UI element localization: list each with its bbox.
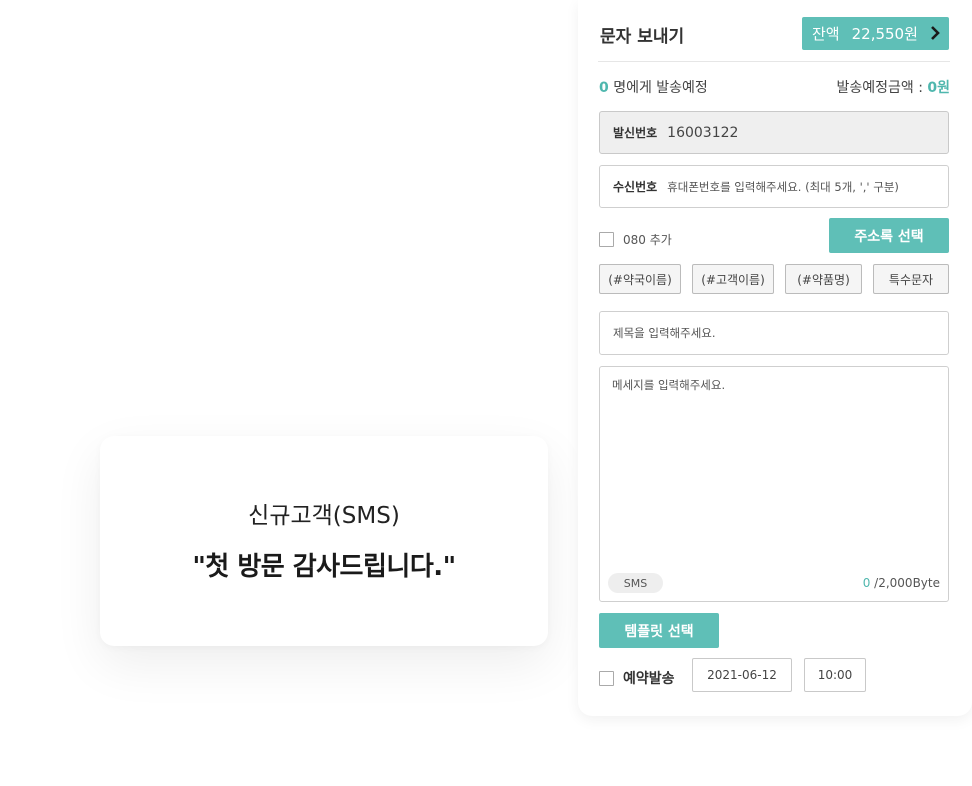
recipient-count: 0 xyxy=(599,80,609,96)
template-preview-card: 신규고객(SMS) "첫 방문 감사드립니다." xyxy=(100,436,548,646)
tag-pharmacy-name-button[interactable]: (#약국이름) xyxy=(599,264,681,294)
template-select-button[interactable]: 템플릿 선택 xyxy=(599,613,719,648)
byte-used: 0 xyxy=(862,576,871,590)
reserve-send-checkbox[interactable] xyxy=(599,670,614,686)
message-type-badge: SMS xyxy=(608,573,663,593)
receiver-number-field[interactable]: 수신번호 xyxy=(599,165,949,208)
message-textarea[interactable] xyxy=(612,377,932,557)
subject-input[interactable] xyxy=(613,326,948,340)
receiver-number-label: 수신번호 xyxy=(613,180,658,194)
recipient-count-suffix: 명에게 발송예정 xyxy=(613,80,708,96)
panel-title: 문자 보내기 xyxy=(600,27,685,47)
recipient-count-row: 0 명에게 발송예정 xyxy=(599,77,708,97)
reserve-time-input[interactable]: 10:00 xyxy=(804,658,866,692)
chevron-right-icon xyxy=(929,24,941,46)
optout-080-checkbox[interactable] xyxy=(599,232,614,247)
estimated-amount-row: 발송예정금액 : 0원 xyxy=(836,77,950,97)
special-characters-button[interactable]: 특수문자 xyxy=(873,264,949,294)
template-message: "첫 방문 감사드립니다." xyxy=(192,552,456,582)
estimated-amount-label: 발송예정금액 : xyxy=(836,80,923,96)
reserve-date-input[interactable]: 2021-06-12 xyxy=(692,658,792,692)
address-book-button[interactable]: 주소록 선택 xyxy=(829,218,949,253)
estimated-amount-value: 0원 xyxy=(927,80,950,96)
header-divider xyxy=(598,61,950,62)
reserve-send-row[interactable]: 예약발송 xyxy=(599,668,675,688)
reserve-send-label: 예약발송 xyxy=(623,671,675,687)
byte-limit: /2,000Byte xyxy=(874,576,940,590)
optout-080-label: 080 추가 xyxy=(623,233,672,247)
sender-number-value: 16003122 xyxy=(667,124,739,141)
sms-send-panel: 문자 보내기 잔액 22,550원 0 명에게 발송예정 발송예정금액 : 0원… xyxy=(578,0,972,716)
sender-number-field: 발신번호 16003122 xyxy=(599,111,949,154)
sender-number-label: 발신번호 xyxy=(613,126,658,140)
template-subtitle: 신규고객(SMS) xyxy=(248,503,400,529)
message-box[interactable]: SMS 0 /2,000Byte xyxy=(599,366,949,602)
receiver-number-input[interactable] xyxy=(667,179,948,194)
byte-counter: 0 /2,000Byte xyxy=(863,576,940,590)
subject-field[interactable] xyxy=(599,311,949,355)
balance-label: 잔액 xyxy=(812,25,840,43)
tag-drug-name-button[interactable]: (#약품명) xyxy=(785,264,862,294)
optout-080-row[interactable]: 080 추가 xyxy=(599,231,672,248)
balance-button[interactable]: 잔액 22,550원 xyxy=(802,17,949,50)
tag-customer-name-button[interactable]: (#고객이름) xyxy=(692,264,774,294)
balance-amount: 22,550원 xyxy=(851,25,918,43)
